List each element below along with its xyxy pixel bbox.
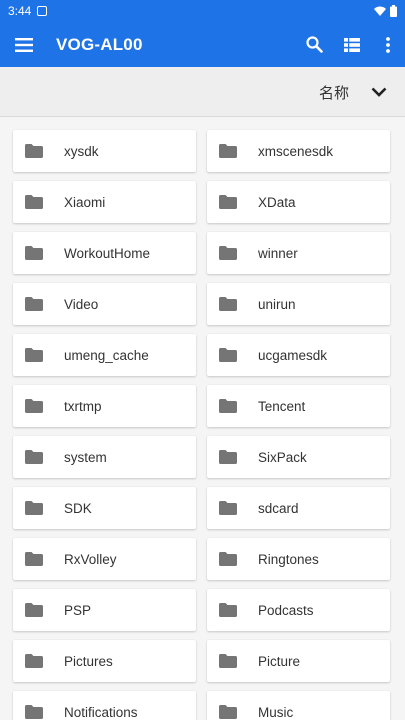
folder-icon <box>25 450 43 464</box>
sort-bar: 名称 <box>0 67 405 117</box>
folder-icon <box>25 501 43 515</box>
folder-item[interactable]: Video <box>13 283 196 325</box>
folder-item[interactable]: Tencent <box>207 385 390 427</box>
folder-name: PSP <box>64 602 92 618</box>
folder-item[interactable]: SixPack <box>207 436 390 478</box>
folder-item[interactable]: txrtmp <box>13 385 196 427</box>
folder-icon <box>219 195 237 209</box>
search-icon <box>305 36 323 53</box>
folder-name: SDK <box>64 500 92 516</box>
folder-icon <box>219 450 237 464</box>
folder-name: system <box>64 449 107 465</box>
battery-icon <box>390 5 397 17</box>
folder-icon <box>219 399 237 413</box>
folder-item[interactable]: Picture <box>207 640 390 682</box>
menu-button[interactable] <box>0 22 48 67</box>
folder-item[interactable]: umeng_cache <box>13 334 196 376</box>
folder-name: ucgamesdk <box>258 347 328 363</box>
folder-icon <box>25 144 43 158</box>
folder-name: RxVolley <box>64 551 117 567</box>
notification-icon <box>37 6 48 16</box>
folder-item[interactable]: ucgamesdk <box>207 334 390 376</box>
folder-icon <box>219 552 237 566</box>
folder-icon <box>25 654 43 668</box>
folder-item[interactable]: Podcasts <box>207 589 390 631</box>
folder-icon <box>219 246 237 260</box>
sort-label: 名称 <box>318 83 349 102</box>
folder-item[interactable]: Music <box>207 691 390 720</box>
folder-item[interactable]: winner <box>207 232 390 274</box>
folder-name: Podcasts <box>258 602 314 618</box>
folder-icon <box>25 348 43 362</box>
folder-name: Pictures <box>64 653 113 669</box>
folder-item[interactable]: Ringtones <box>207 538 390 580</box>
folder-item[interactable]: system <box>13 436 196 478</box>
list-view-icon <box>344 37 360 52</box>
folder-icon <box>219 603 237 617</box>
folder-icon <box>25 195 43 209</box>
status-icons <box>374 5 397 17</box>
folder-name: Picture <box>258 653 301 669</box>
folder-icon <box>219 705 237 719</box>
folder-name: umeng_cache <box>64 347 149 363</box>
folder-icon <box>25 552 43 566</box>
folder-item[interactable]: xmscenesdk <box>207 130 390 172</box>
sort-dropdown[interactable]: 名称 <box>319 67 387 117</box>
folder-item[interactable]: SDK <box>13 487 196 529</box>
folder-item[interactable]: xysdk <box>13 130 196 172</box>
folder-icon <box>219 144 237 158</box>
status-bar: 3:44 <box>0 0 405 22</box>
folder-item[interactable]: sdcard <box>207 487 390 529</box>
hamburger-menu-icon <box>15 37 33 52</box>
folder-item[interactable]: Notifications <box>13 691 196 720</box>
folder-icon <box>25 705 43 719</box>
app-bar: VOG-AL00 <box>0 22 405 67</box>
folder-item[interactable]: XData <box>207 181 390 223</box>
folder-grid: xysdk xmscenesdk Xiaomi XData WorkoutHome win… <box>0 117 405 720</box>
folder-icon <box>219 348 237 362</box>
folder-icon <box>25 246 43 260</box>
folder-name: sdcard <box>258 500 299 516</box>
folder-name: Tencent <box>258 398 306 414</box>
folder-item[interactable]: unirun <box>207 283 390 325</box>
folder-name: SixPack <box>258 449 307 465</box>
folder-icon <box>25 297 43 311</box>
folder-name: xysdk <box>64 143 99 159</box>
more-vertical-icon <box>386 36 390 53</box>
folder-name: xmscenesdk <box>258 143 334 159</box>
status-time: 3:44 <box>8 4 32 18</box>
more-options-button[interactable] <box>371 22 405 67</box>
folder-icon <box>219 654 237 668</box>
folder-name: Music <box>258 704 294 720</box>
folder-icon <box>25 603 43 617</box>
folder-item[interactable]: RxVolley <box>13 538 196 580</box>
app-title: VOG-AL00 <box>56 34 143 54</box>
wifi-icon <box>374 6 386 16</box>
folder-icon <box>25 399 43 413</box>
chevron-down-icon <box>371 87 387 97</box>
folder-name: unirun <box>258 296 296 312</box>
folder-item[interactable]: Xiaomi <box>13 181 196 223</box>
folder-name: Video <box>64 296 99 312</box>
view-mode-button[interactable] <box>333 22 371 67</box>
folder-name: Xiaomi <box>64 194 106 210</box>
folder-item[interactable]: PSP <box>13 589 196 631</box>
search-button[interactable] <box>295 22 333 67</box>
folder-name: Notifications <box>64 704 138 720</box>
folder-item[interactable]: Pictures <box>13 640 196 682</box>
folder-name: Ringtones <box>258 551 319 567</box>
folder-name: winner <box>258 245 298 261</box>
folder-item[interactable]: WorkoutHome <box>13 232 196 274</box>
folder-name: WorkoutHome <box>64 245 151 261</box>
folder-name: txrtmp <box>64 398 102 414</box>
folder-name: XData <box>258 194 296 210</box>
folder-icon <box>219 501 237 515</box>
folder-icon <box>219 297 237 311</box>
